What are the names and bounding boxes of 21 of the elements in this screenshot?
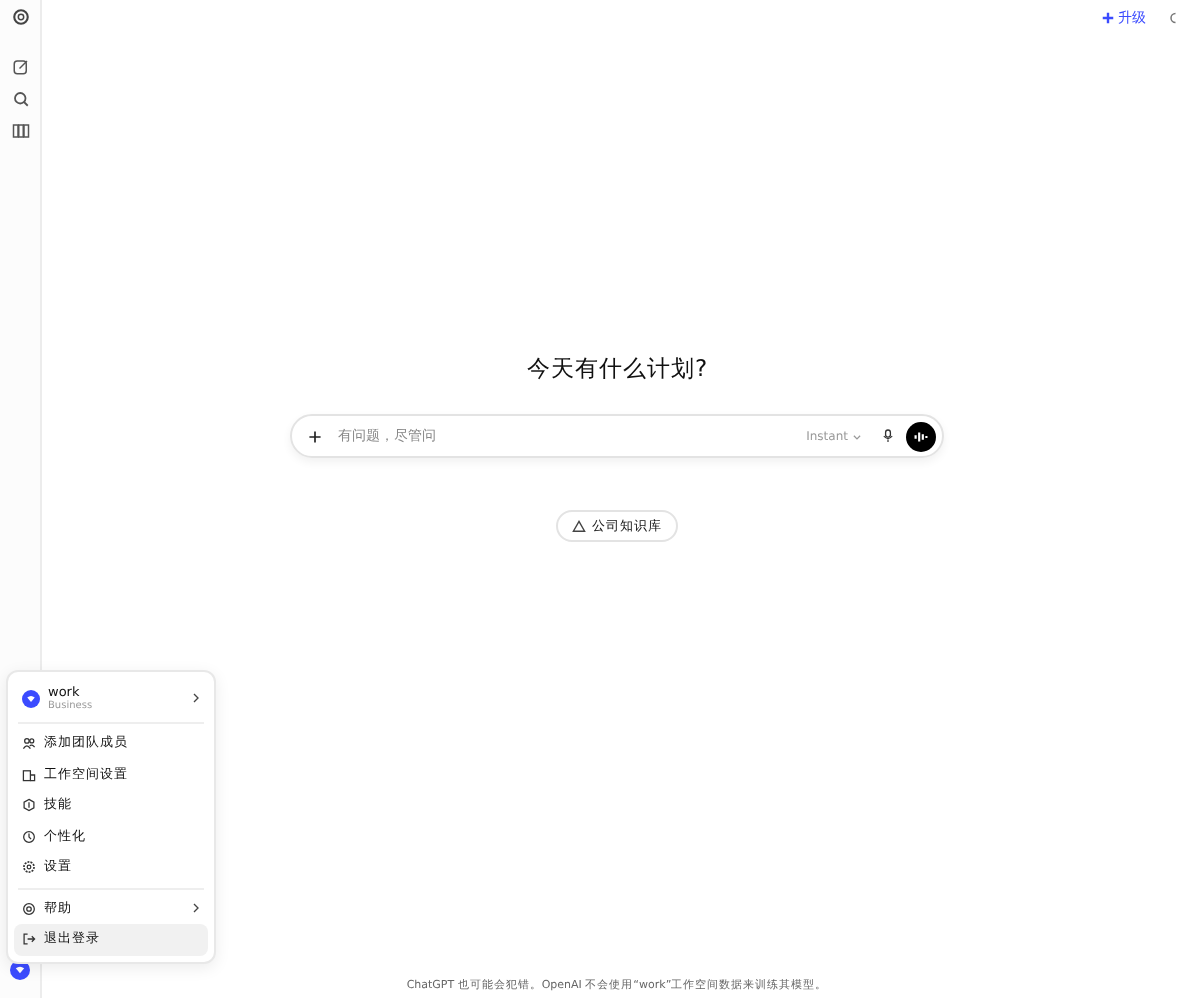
microphone-icon[interactable] — [882, 428, 894, 444]
menu-icon — [22, 932, 36, 947]
waveform-icon — [912, 427, 930, 445]
menu-icon — [22, 736, 36, 751]
voice-button[interactable] — [906, 421, 936, 451]
add-icon[interactable] — [308, 429, 322, 443]
logo-icon[interactable] — [11, 8, 29, 26]
plus-icon — [1102, 12, 1114, 24]
library-icon[interactable] — [11, 122, 29, 140]
menu-icon — [22, 798, 36, 813]
menu-icon — [22, 901, 36, 916]
new-chat-icon[interactable] — [11, 58, 29, 76]
menu-icon — [22, 829, 36, 844]
chevron-down-icon — [852, 431, 862, 441]
workspace-avatar-icon — [22, 689, 40, 707]
menu-icon — [22, 860, 36, 875]
greeting-heading: 今天有什么计划? — [526, 354, 708, 384]
knowledge-icon — [572, 519, 586, 533]
loading-icon — [1168, 10, 1180, 26]
menu-icon — [22, 767, 36, 782]
search-icon[interactable] — [11, 90, 29, 108]
